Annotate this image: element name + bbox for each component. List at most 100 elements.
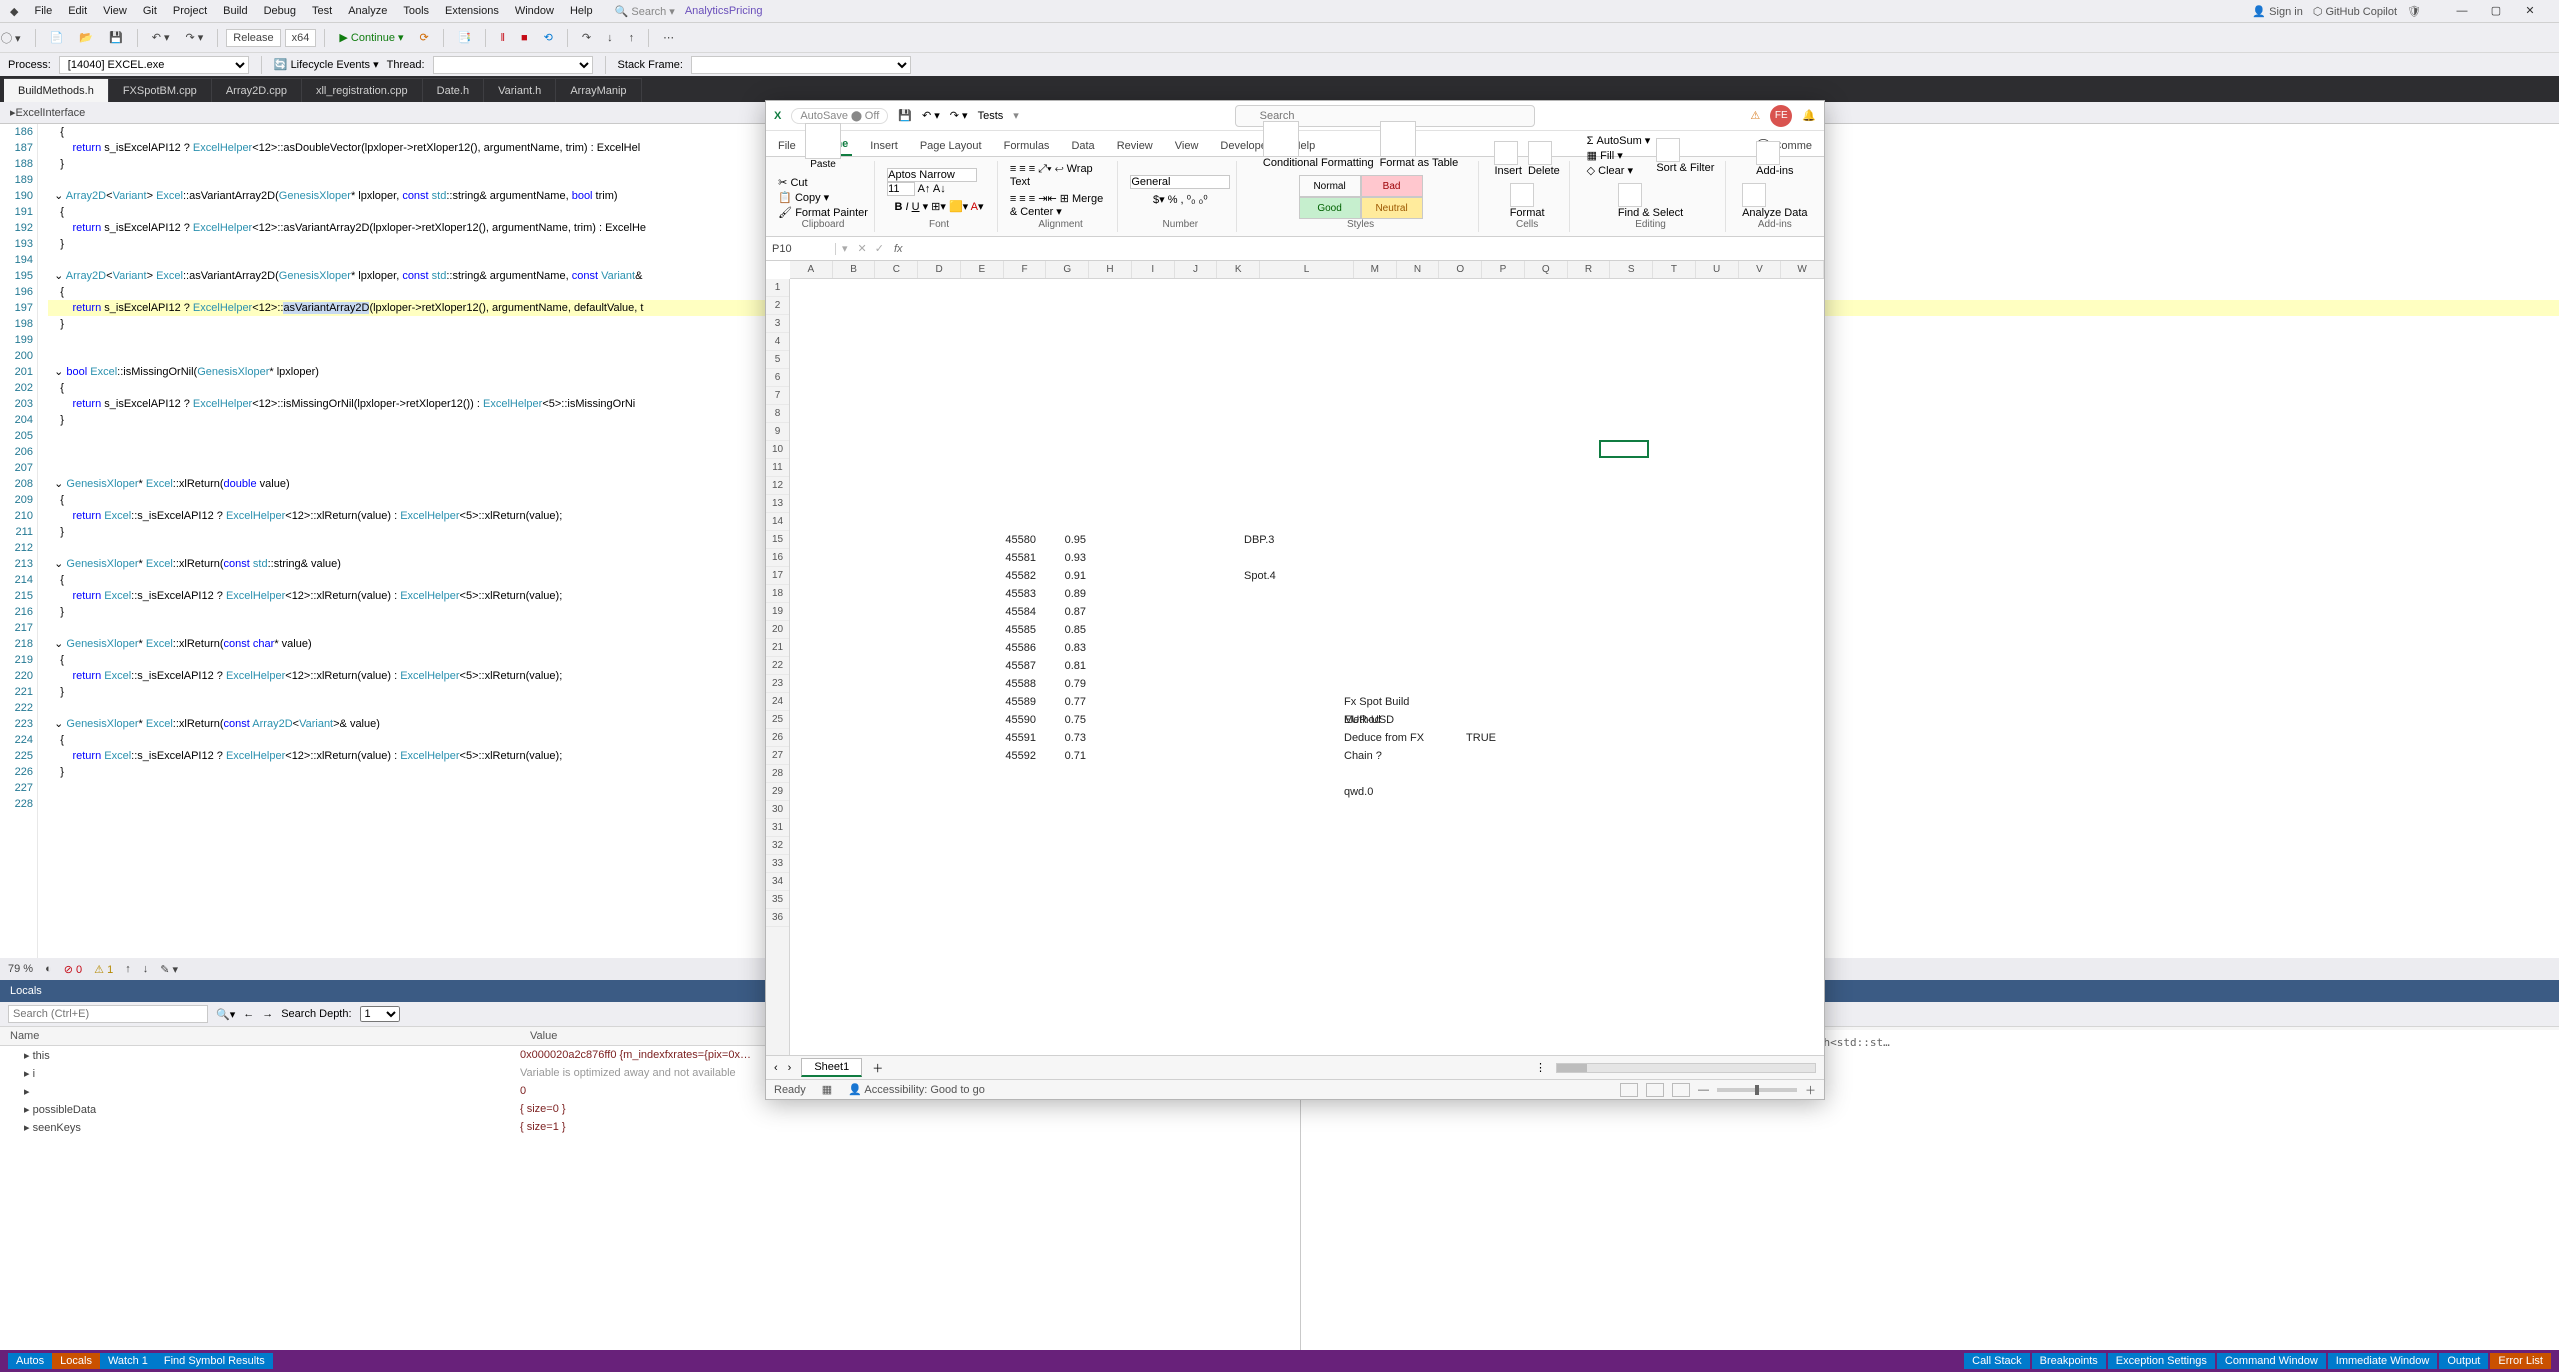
ribbon-tab-data[interactable]: Data — [1067, 136, 1098, 156]
menu-file[interactable]: File — [26, 3, 60, 19]
row-header[interactable]: 30 — [766, 801, 789, 819]
cell[interactable]: 0.77 — [1040, 693, 1090, 711]
ribbon-tab-formulas[interactable]: Formulas — [1000, 136, 1054, 156]
redo-icon[interactable]: ↷ ▾ — [179, 29, 209, 46]
step-over-icon[interactable]: ↷ — [576, 29, 597, 46]
row-header[interactable]: 36 — [766, 909, 789, 927]
row-header[interactable]: 14 — [766, 513, 789, 531]
undo-icon[interactable]: ↶ ▾ — [146, 29, 176, 46]
col-header[interactable]: U — [1696, 261, 1739, 278]
doc-tab[interactable]: Array2D.cpp — [212, 78, 302, 102]
doc-tab[interactable]: xll_registration.cpp — [302, 78, 423, 102]
paste-button[interactable] — [805, 123, 841, 159]
row-header[interactable]: 25 — [766, 711, 789, 729]
restart-icon[interactable]: ⟳ — [414, 29, 435, 46]
autosum-button[interactable]: Σ AutoSum ▾ — [1587, 134, 1651, 147]
pause-icon[interactable]: ‖ — [494, 30, 511, 46]
col-name[interactable]: Name — [0, 1030, 520, 1042]
name-box[interactable]: P10 — [766, 243, 836, 255]
view-normal-icon[interactable] — [1620, 1083, 1638, 1097]
cell[interactable]: 45584 — [990, 603, 1040, 621]
doc-tab[interactable]: FXSpotBM.cpp — [109, 78, 212, 102]
row-header[interactable]: 21 — [766, 639, 789, 657]
style-good[interactable]: Good — [1299, 197, 1361, 219]
lifecycle-label[interactable]: 🔄 Lifecycle Events ▾ — [274, 58, 379, 71]
continue-button[interactable]: ▶ Continue ▾ — [333, 29, 409, 46]
row-header[interactable]: 10 — [766, 441, 789, 459]
row-header[interactable]: 33 — [766, 855, 789, 873]
cell[interactable]: 0.79 — [1040, 675, 1090, 693]
row-header[interactable]: 18 — [766, 585, 789, 603]
open-icon[interactable]: 📂 — [73, 29, 99, 46]
row-header[interactable]: 34 — [766, 873, 789, 891]
cell[interactable]: 0.93 — [1040, 549, 1090, 567]
nav-down-icon[interactable]: ↓ — [143, 963, 149, 975]
cell[interactable]: Fx Spot Build Method — [1340, 693, 1450, 711]
row-header[interactable]: 31 — [766, 819, 789, 837]
cell[interactable]: 45592 — [990, 747, 1040, 765]
stop-icon[interactable]: ■ — [515, 30, 534, 46]
row-header[interactable]: 11 — [766, 459, 789, 477]
restart-debug-icon[interactable]: ⟲ — [538, 29, 559, 46]
col-header[interactable]: W — [1781, 261, 1824, 278]
worksheet-grid[interactable]: ABCDEFGHIJKLMNOPQRSTUVW 1234567891011121… — [766, 261, 1824, 1055]
font-size[interactable] — [887, 182, 915, 196]
cell[interactable]: 45585 — [990, 621, 1040, 639]
style-bad[interactable]: Bad — [1361, 175, 1423, 197]
col-header[interactable]: C — [875, 261, 918, 278]
cell[interactable]: 0.71 — [1040, 747, 1090, 765]
ribbon-tab-view[interactable]: View — [1171, 136, 1203, 156]
copy-button[interactable]: 📋 Copy ▾ — [778, 191, 868, 204]
doc-title[interactable]: Tests — [978, 110, 1004, 122]
font-name[interactable] — [887, 168, 977, 182]
formula-input[interactable] — [909, 243, 1824, 255]
menu-tools[interactable]: Tools — [395, 3, 437, 19]
ribbon-tab-review[interactable]: Review — [1113, 136, 1157, 156]
process-select[interactable]: [14040] EXCEL.exe — [59, 56, 249, 74]
col-header[interactable]: K — [1217, 261, 1260, 278]
cell[interactable]: Spot.4 — [1240, 567, 1290, 585]
undo-icon[interactable]: ↶ ▾ — [922, 109, 940, 122]
row-header[interactable]: 28 — [766, 765, 789, 783]
addins-button[interactable] — [1756, 141, 1780, 165]
cut-button[interactable]: ✂ Cut — [778, 176, 868, 189]
pencil-icon[interactable]: ✎ ▾ — [160, 963, 178, 976]
zoom-out-icon[interactable]: — — [1698, 1084, 1709, 1096]
platform-select[interactable]: x64 — [285, 29, 317, 47]
col-header[interactable]: I — [1132, 261, 1175, 278]
row-header[interactable]: 8 — [766, 405, 789, 423]
row-header[interactable]: 4 — [766, 333, 789, 351]
col-header[interactable]: R — [1568, 261, 1611, 278]
view-layout-icon[interactable] — [1646, 1083, 1664, 1097]
thread-select[interactable] — [433, 56, 593, 74]
notify-icon[interactable]: 🔔 — [1802, 109, 1816, 122]
painter-button[interactable]: 🖌 Format Painter — [778, 206, 868, 219]
cell[interactable]: 0.81 — [1040, 657, 1090, 675]
stack-select[interactable] — [691, 56, 911, 74]
menu-git[interactable]: Git — [135, 3, 165, 19]
avatar[interactable]: FE — [1770, 105, 1792, 127]
error-count[interactable]: ⊘ 0 — [64, 963, 82, 976]
row-header[interactable]: 16 — [766, 549, 789, 567]
col-header[interactable]: N — [1397, 261, 1440, 278]
row-header[interactable]: 3 — [766, 315, 789, 333]
cell[interactable]: 45580 — [990, 531, 1040, 549]
toolwin-tab[interactable]: Autos — [8, 1353, 52, 1369]
analyze-button[interactable] — [1742, 183, 1766, 207]
config-select[interactable]: Release — [226, 29, 280, 47]
cell[interactable]: 0.83 — [1040, 639, 1090, 657]
close-button[interactable]: ✕ — [2513, 0, 2547, 22]
search-icon[interactable]: 🔍▾ — [216, 1008, 235, 1021]
cell[interactable]: qwd.0 — [1340, 783, 1450, 801]
toolwin-tab[interactable]: Breakpoints — [2032, 1353, 2106, 1369]
col-header[interactable]: O — [1439, 261, 1482, 278]
sort-button[interactable] — [1656, 138, 1680, 162]
toolwin-tab[interactable]: Watch 1 — [100, 1353, 156, 1369]
cell[interactable]: 45591 — [990, 729, 1040, 747]
menu-project[interactable]: Project — [165, 3, 215, 19]
cell[interactable]: 45588 — [990, 675, 1040, 693]
toolwin-tab[interactable]: Error List — [2490, 1353, 2551, 1369]
col-header[interactable]: G — [1046, 261, 1089, 278]
row-header[interactable]: 32 — [766, 837, 789, 855]
view-break-icon[interactable] — [1672, 1083, 1690, 1097]
